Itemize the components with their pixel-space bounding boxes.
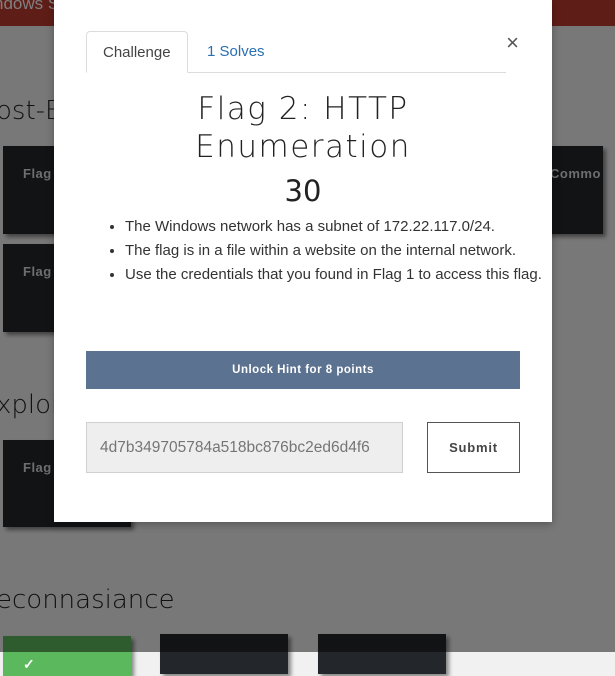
challenge-modal: × Challenge 1 Solves Flag 2: HTTP Enumer…	[54, 0, 552, 522]
flag-input[interactable]	[86, 422, 403, 473]
tab-solves[interactable]: 1 Solves	[191, 31, 281, 72]
challenge-title-line1: Flag 2: HTTP	[197, 91, 409, 127]
challenge-description: The Windows network has a subnet of 172.…	[106, 215, 545, 287]
challenge-title-line2: Enumeration	[195, 129, 411, 165]
modal-tabs: Challenge 1 Solves	[86, 31, 506, 73]
check-icon: ✓	[23, 656, 36, 672]
challenge-title: Flag 2: HTTP Enumeration	[54, 90, 552, 166]
unlock-hint-button[interactable]: Unlock Hint for 8 points	[86, 351, 520, 389]
close-icon[interactable]: ×	[506, 32, 519, 54]
tab-challenge[interactable]: Challenge	[86, 31, 188, 73]
description-item: The flag is in a file within a website o…	[125, 239, 545, 263]
challenge-points: 30	[284, 174, 322, 208]
submit-button[interactable]: Submit	[427, 422, 520, 473]
description-item: Use the credentials that you found in Fl…	[125, 263, 545, 287]
description-item: The Windows network has a subnet of 172.…	[125, 215, 545, 239]
